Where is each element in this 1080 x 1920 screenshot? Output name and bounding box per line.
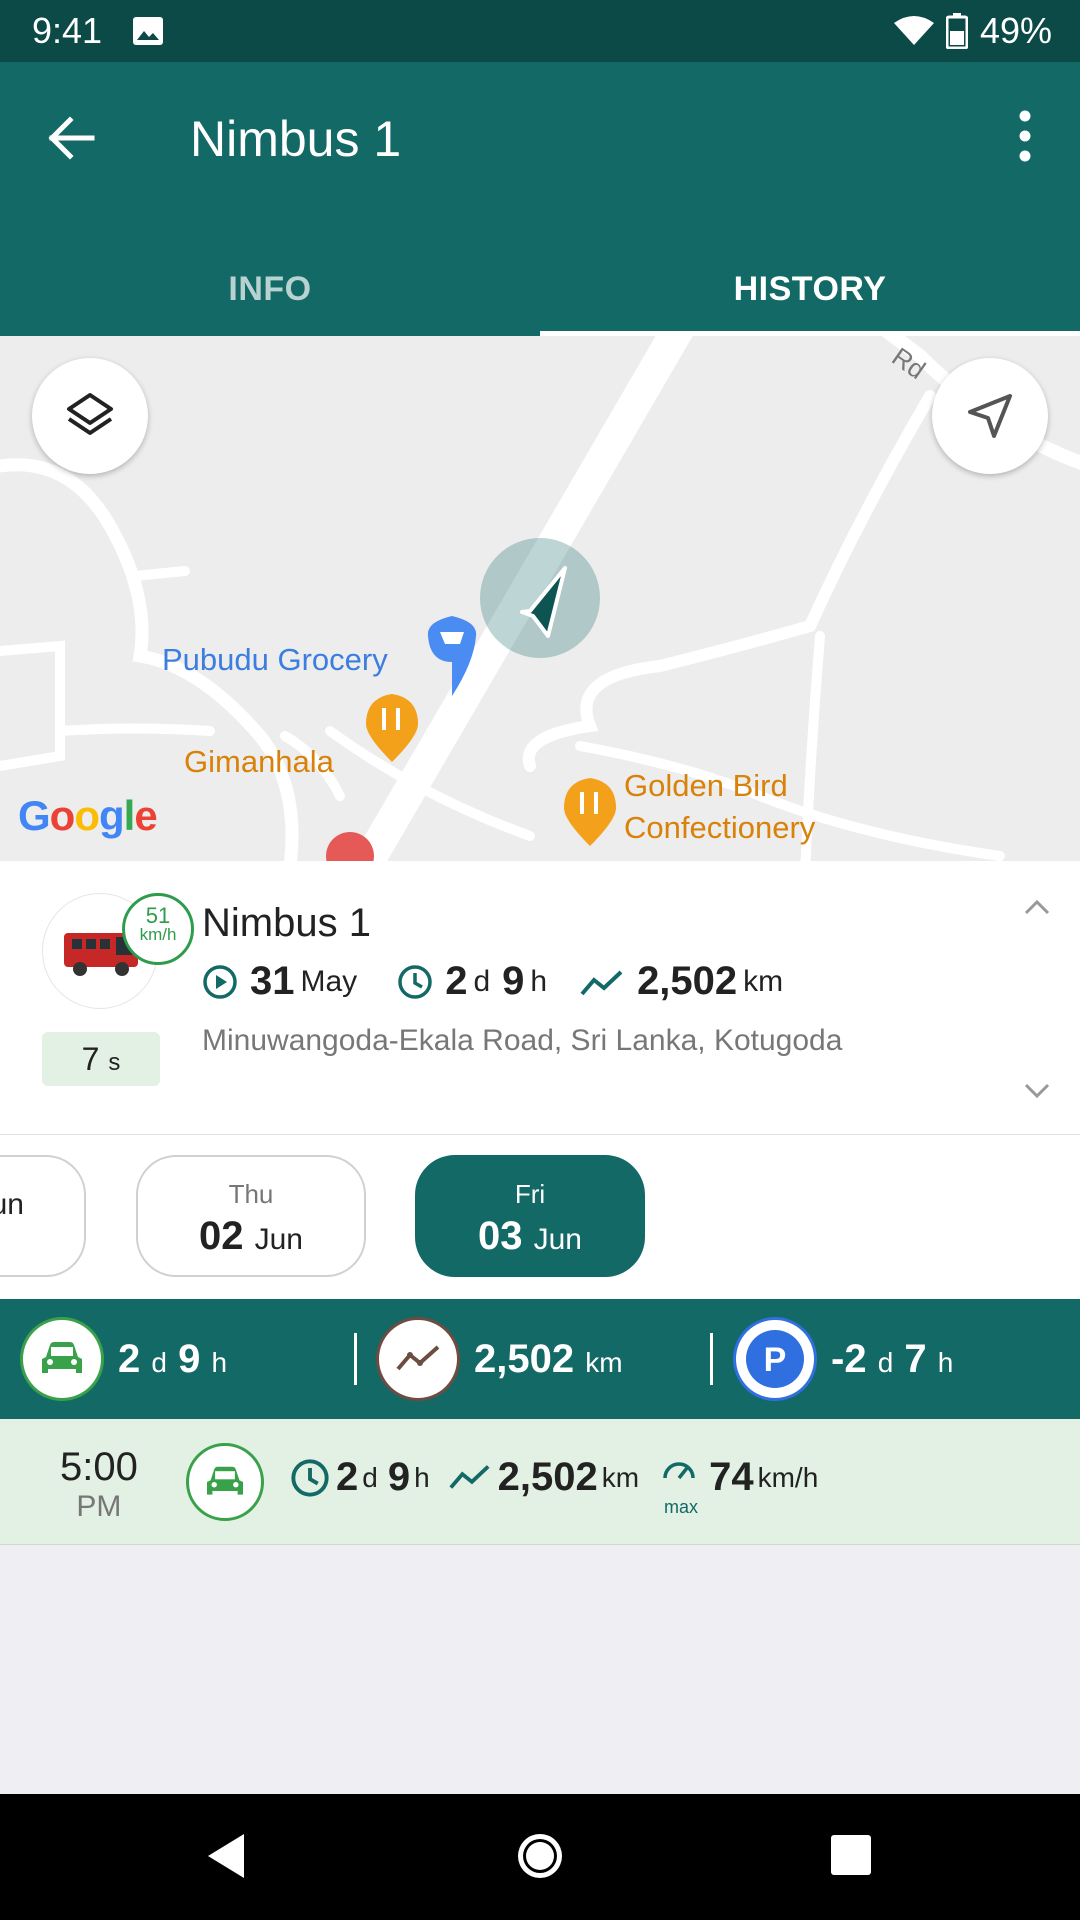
summary-divider bbox=[710, 1333, 713, 1385]
parking-icon: P bbox=[746, 1330, 804, 1388]
vehicle-name: Nimbus 1 bbox=[202, 901, 371, 945]
battery-icon bbox=[945, 13, 968, 49]
image-notification-icon bbox=[133, 17, 163, 45]
speed-badge: 51 km/h bbox=[122, 893, 194, 965]
speed-value: 51 bbox=[145, 903, 171, 928]
date-pill-previous[interactable]: un bbox=[0, 1155, 86, 1277]
trip-stats: 2d 9h 2,502 km max 74 km/h bbox=[290, 1455, 818, 1517]
battery-percent: 49% bbox=[979, 10, 1052, 51]
layers-icon bbox=[67, 393, 113, 435]
map-view[interactable]: Rd Pubudu Grocery Gimanhala Golden Bird … bbox=[0, 336, 1080, 861]
clock-icon bbox=[291, 1458, 329, 1497]
clock-icon bbox=[398, 964, 432, 999]
back-arrow-icon[interactable] bbox=[42, 108, 102, 168]
wifi-icon bbox=[893, 16, 934, 45]
max-label: max bbox=[664, 1497, 699, 1517]
summary-parking: P -2 d 7 h bbox=[733, 1317, 953, 1401]
trend-line-icon bbox=[396, 1345, 440, 1371]
date-pill-fri[interactable]: Fri 03 Jun bbox=[415, 1155, 645, 1277]
trip-row[interactable]: 5:00 PM 2d 9h 2,502 km max 74 km/h bbox=[0, 1419, 1080, 1545]
poi-golden-bird-line2: Confectionery bbox=[624, 810, 816, 845]
nav-recents-icon[interactable] bbox=[830, 1834, 872, 1876]
nav-back-icon[interactable] bbox=[204, 1832, 248, 1880]
google-attribution: Google bbox=[18, 792, 158, 839]
summary-driving: 2 d 9 h bbox=[20, 1317, 227, 1401]
tab-info[interactable]: INFO bbox=[0, 242, 540, 336]
car-icon bbox=[207, 1466, 243, 1495]
restaurant-pin-icon bbox=[366, 694, 418, 762]
poi-pubudu-grocery[interactable]: Pubudu Grocery bbox=[162, 642, 388, 678]
svg-text:P: P bbox=[764, 1341, 787, 1379]
app-bar: Nimbus 1 INFO HISTORY bbox=[0, 62, 1080, 336]
map-roads: Rd bbox=[0, 336, 1080, 861]
vehicle-stats: 31 May 2d 9h 2,502 km bbox=[202, 959, 783, 1004]
system-navigation-bar bbox=[0, 1794, 1080, 1920]
date-pill-thu[interactable]: Thu 02 Jun bbox=[136, 1155, 366, 1277]
date-selector[interactable]: un Thu 02 Jun Fri 03 Jun bbox=[0, 1135, 1080, 1299]
trend-line-icon bbox=[449, 1464, 490, 1489]
my-location-button[interactable] bbox=[932, 358, 1048, 474]
max-speed-gauge-icon bbox=[663, 1461, 695, 1479]
trip-start-time: 5:00 PM bbox=[60, 1445, 138, 1523]
poi-golden-bird[interactable]: Golden Bird bbox=[624, 768, 788, 804]
more-vert-icon[interactable] bbox=[1000, 106, 1050, 166]
status-time: 9:41 bbox=[32, 10, 103, 51]
map-layers-button[interactable] bbox=[32, 358, 148, 474]
restaurant-pin-icon bbox=[564, 778, 616, 846]
chevron-down-icon[interactable] bbox=[1022, 1081, 1052, 1101]
poi-gimanhala[interactable]: Gimanhala bbox=[184, 744, 334, 780]
chevron-up-icon[interactable] bbox=[1022, 897, 1052, 917]
page-title: Nimbus 1 bbox=[190, 111, 402, 167]
summary-distance: 2,502 km bbox=[376, 1317, 623, 1401]
status-bar: 9:41 49% bbox=[0, 0, 1080, 62]
play-circle-icon bbox=[203, 964, 237, 999]
day-summary-bar: 2 d 9 h 2,502 km P -2 d 7 h bbox=[0, 1299, 1080, 1419]
trip-type-badge bbox=[186, 1443, 264, 1521]
last-update-badge: 7 s bbox=[42, 1032, 160, 1086]
summary-divider bbox=[354, 1333, 357, 1385]
car-icon bbox=[42, 1342, 82, 1373]
vehicle-card[interactable]: 51 km/h 7 s Nimbus 1 31 May 2d 9h 2,502 km… bbox=[0, 861, 1080, 1135]
nav-home-icon[interactable] bbox=[514, 1830, 566, 1882]
road-label: Rd bbox=[887, 341, 931, 385]
vehicle-address: Minuwangoda-Ekala Road, Sri Lanka, Kotug… bbox=[202, 1024, 843, 1057]
speed-unit: km/h bbox=[139, 925, 177, 944]
tab-history[interactable]: HISTORY bbox=[540, 242, 1080, 336]
navigation-arrow-icon bbox=[968, 394, 1012, 438]
trend-line-icon bbox=[580, 970, 623, 995]
